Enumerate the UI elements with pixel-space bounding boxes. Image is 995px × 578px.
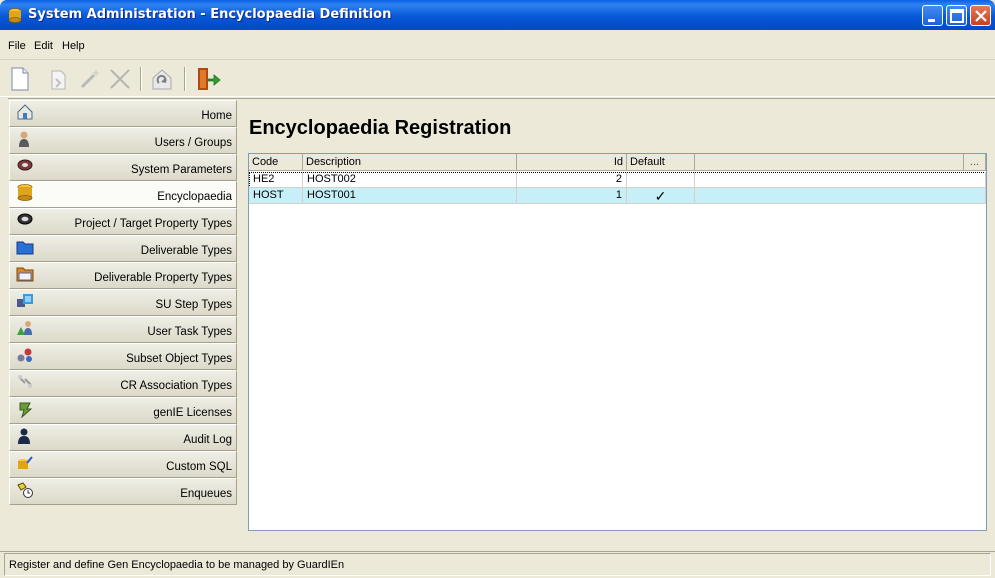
maximize-icon: [950, 9, 964, 23]
cell-id: 1: [517, 188, 627, 204]
sidebar-item-label: Home: [201, 110, 232, 122]
sidebar-item-encyclopaedia[interactable]: Encyclopaedia: [9, 181, 237, 208]
project-icon: [17, 213, 33, 225]
home-icon: [17, 104, 33, 120]
refresh-icon: [152, 69, 172, 90]
sidebar-item-users-groups[interactable]: Users / Groups: [9, 127, 237, 154]
sidebar-item-label: Audit Log: [183, 434, 232, 446]
status-text: Register and define Gen Encyclopaedia to…: [4, 553, 991, 576]
cell-blank: [695, 188, 986, 204]
sidebar-item-label: User Task Types: [147, 326, 232, 338]
column-header-code[interactable]: Code: [249, 154, 303, 171]
column-header-blank: [695, 154, 964, 171]
sidebar-item-label: Project / Target Property Types: [74, 218, 232, 230]
app-icon: [8, 8, 22, 23]
sidebar-item-home[interactable]: Home: [9, 100, 237, 127]
close-icon: [975, 10, 987, 22]
table-row[interactable]: HE2 HOST002 2: [249, 172, 986, 188]
menu-edit[interactable]: Edit: [34, 40, 53, 52]
cell-description: HOST002: [303, 172, 517, 188]
table-row[interactable]: HOST HOST001 1 ✓: [249, 188, 986, 204]
sidebar-item-label: CR Association Types: [120, 380, 232, 392]
sidebar-item-cr-association-types[interactable]: CR Association Types: [9, 370, 237, 397]
toolbar: [0, 61, 995, 97]
sidebar-item-custom-sql[interactable]: Custom SQL: [9, 451, 237, 478]
sidebar-item-genie-licenses[interactable]: genIE Licenses: [9, 397, 237, 424]
toolbar-separator: [140, 67, 141, 91]
sidebar-item-label: Custom SQL: [166, 461, 232, 473]
wand-button[interactable]: [76, 65, 104, 93]
sidebar-item-project-target-property-types[interactable]: Project / Target Property Types: [9, 208, 237, 235]
users-icon: [19, 131, 29, 147]
exit-button[interactable]: [194, 65, 222, 93]
page-title: Encyclopaedia Registration: [249, 117, 512, 139]
menu-file[interactable]: File: [8, 40, 26, 52]
sidebar-item-label: Deliverable Types: [140, 245, 232, 257]
status-bar: Register and define Gen Encyclopaedia to…: [0, 551, 995, 578]
new-document-icon: [11, 67, 29, 91]
encyclopaedia-grid[interactable]: Code Description Id Default ... HE2 HOST…: [248, 153, 987, 531]
sidebar-item-subset-object-types[interactable]: Subset Object Types: [9, 343, 237, 370]
cr-association-icon: [18, 375, 32, 388]
column-header-id[interactable]: Id: [517, 154, 627, 171]
sidebar-item-label: Subset Object Types: [126, 353, 232, 365]
cell-id: 2: [517, 172, 627, 188]
sidebar-item-label: genIE Licenses: [153, 407, 232, 419]
wand-icon: [80, 69, 100, 89]
license-icon: [19, 402, 33, 418]
sidebar: Home Users / Groups System Parameters En…: [9, 100, 237, 510]
parameters-icon: [17, 159, 33, 171]
sidebar-item-enqueues[interactable]: Enqueues: [9, 478, 237, 505]
sidebar-item-user-task-types[interactable]: User Task Types: [9, 316, 237, 343]
sidebar-item-label: Deliverable Property Types: [94, 272, 232, 284]
window-title: System Administration - Encyclopaedia De…: [28, 7, 392, 22]
sql-icon: [18, 456, 33, 469]
copy-icon: [51, 70, 66, 90]
new-button[interactable]: [6, 65, 34, 93]
cell-code: HOST: [249, 188, 303, 204]
minimize-button[interactable]: [922, 5, 943, 26]
column-chooser-button[interactable]: ...: [964, 154, 986, 171]
sidebar-item-deliverable-types[interactable]: Deliverable Types: [9, 235, 237, 262]
audit-icon: [18, 428, 30, 444]
cell-blank: [695, 172, 986, 188]
sidebar-item-system-parameters[interactable]: System Parameters: [9, 154, 237, 181]
minimize-icon: [928, 19, 935, 22]
column-header-default[interactable]: Default: [627, 154, 695, 171]
sidebar-item-label: SU Step Types: [155, 299, 233, 311]
encyclopaedia-icon: [17, 184, 33, 201]
column-header-description[interactable]: Description: [303, 154, 517, 171]
title-bar[interactable]: System Administration - Encyclopaedia De…: [0, 0, 995, 30]
copy-button[interactable]: [44, 65, 72, 93]
sidebar-item-su-step-types[interactable]: SU Step Types: [9, 289, 237, 316]
sidebar-item-label: Users / Groups: [154, 137, 232, 149]
menu-bar: File Edit Help: [0, 30, 995, 60]
cell-code: HE2: [249, 172, 303, 188]
sidebar-item-audit-log[interactable]: Audit Log: [9, 424, 237, 451]
delete-button[interactable]: [106, 65, 134, 93]
su-step-icon: [17, 294, 33, 307]
cell-default-checkmark[interactable]: ✓: [627, 188, 695, 204]
property-icon: [16, 267, 34, 282]
menu-help[interactable]: Help: [62, 40, 85, 52]
close-button[interactable]: [970, 5, 991, 26]
maximize-button[interactable]: [946, 5, 967, 26]
exit-icon: [198, 68, 221, 90]
refresh-button[interactable]: [148, 65, 176, 93]
sidebar-item-label: Encyclopaedia: [157, 191, 232, 203]
sidebar-item-label: System Parameters: [131, 164, 232, 176]
user-task-icon: [17, 321, 32, 335]
cell-default[interactable]: [627, 172, 695, 188]
enqueue-icon: [17, 482, 33, 498]
delete-icon: [110, 69, 130, 89]
sidebar-item-deliverable-property-types[interactable]: Deliverable Property Types: [9, 262, 237, 289]
toolbar-separator: [184, 67, 185, 91]
sidebar-item-label: Enqueues: [180, 488, 232, 500]
folder-icon: [16, 241, 34, 255]
cell-description: HOST001: [303, 188, 517, 204]
subset-icon: [17, 348, 32, 362]
